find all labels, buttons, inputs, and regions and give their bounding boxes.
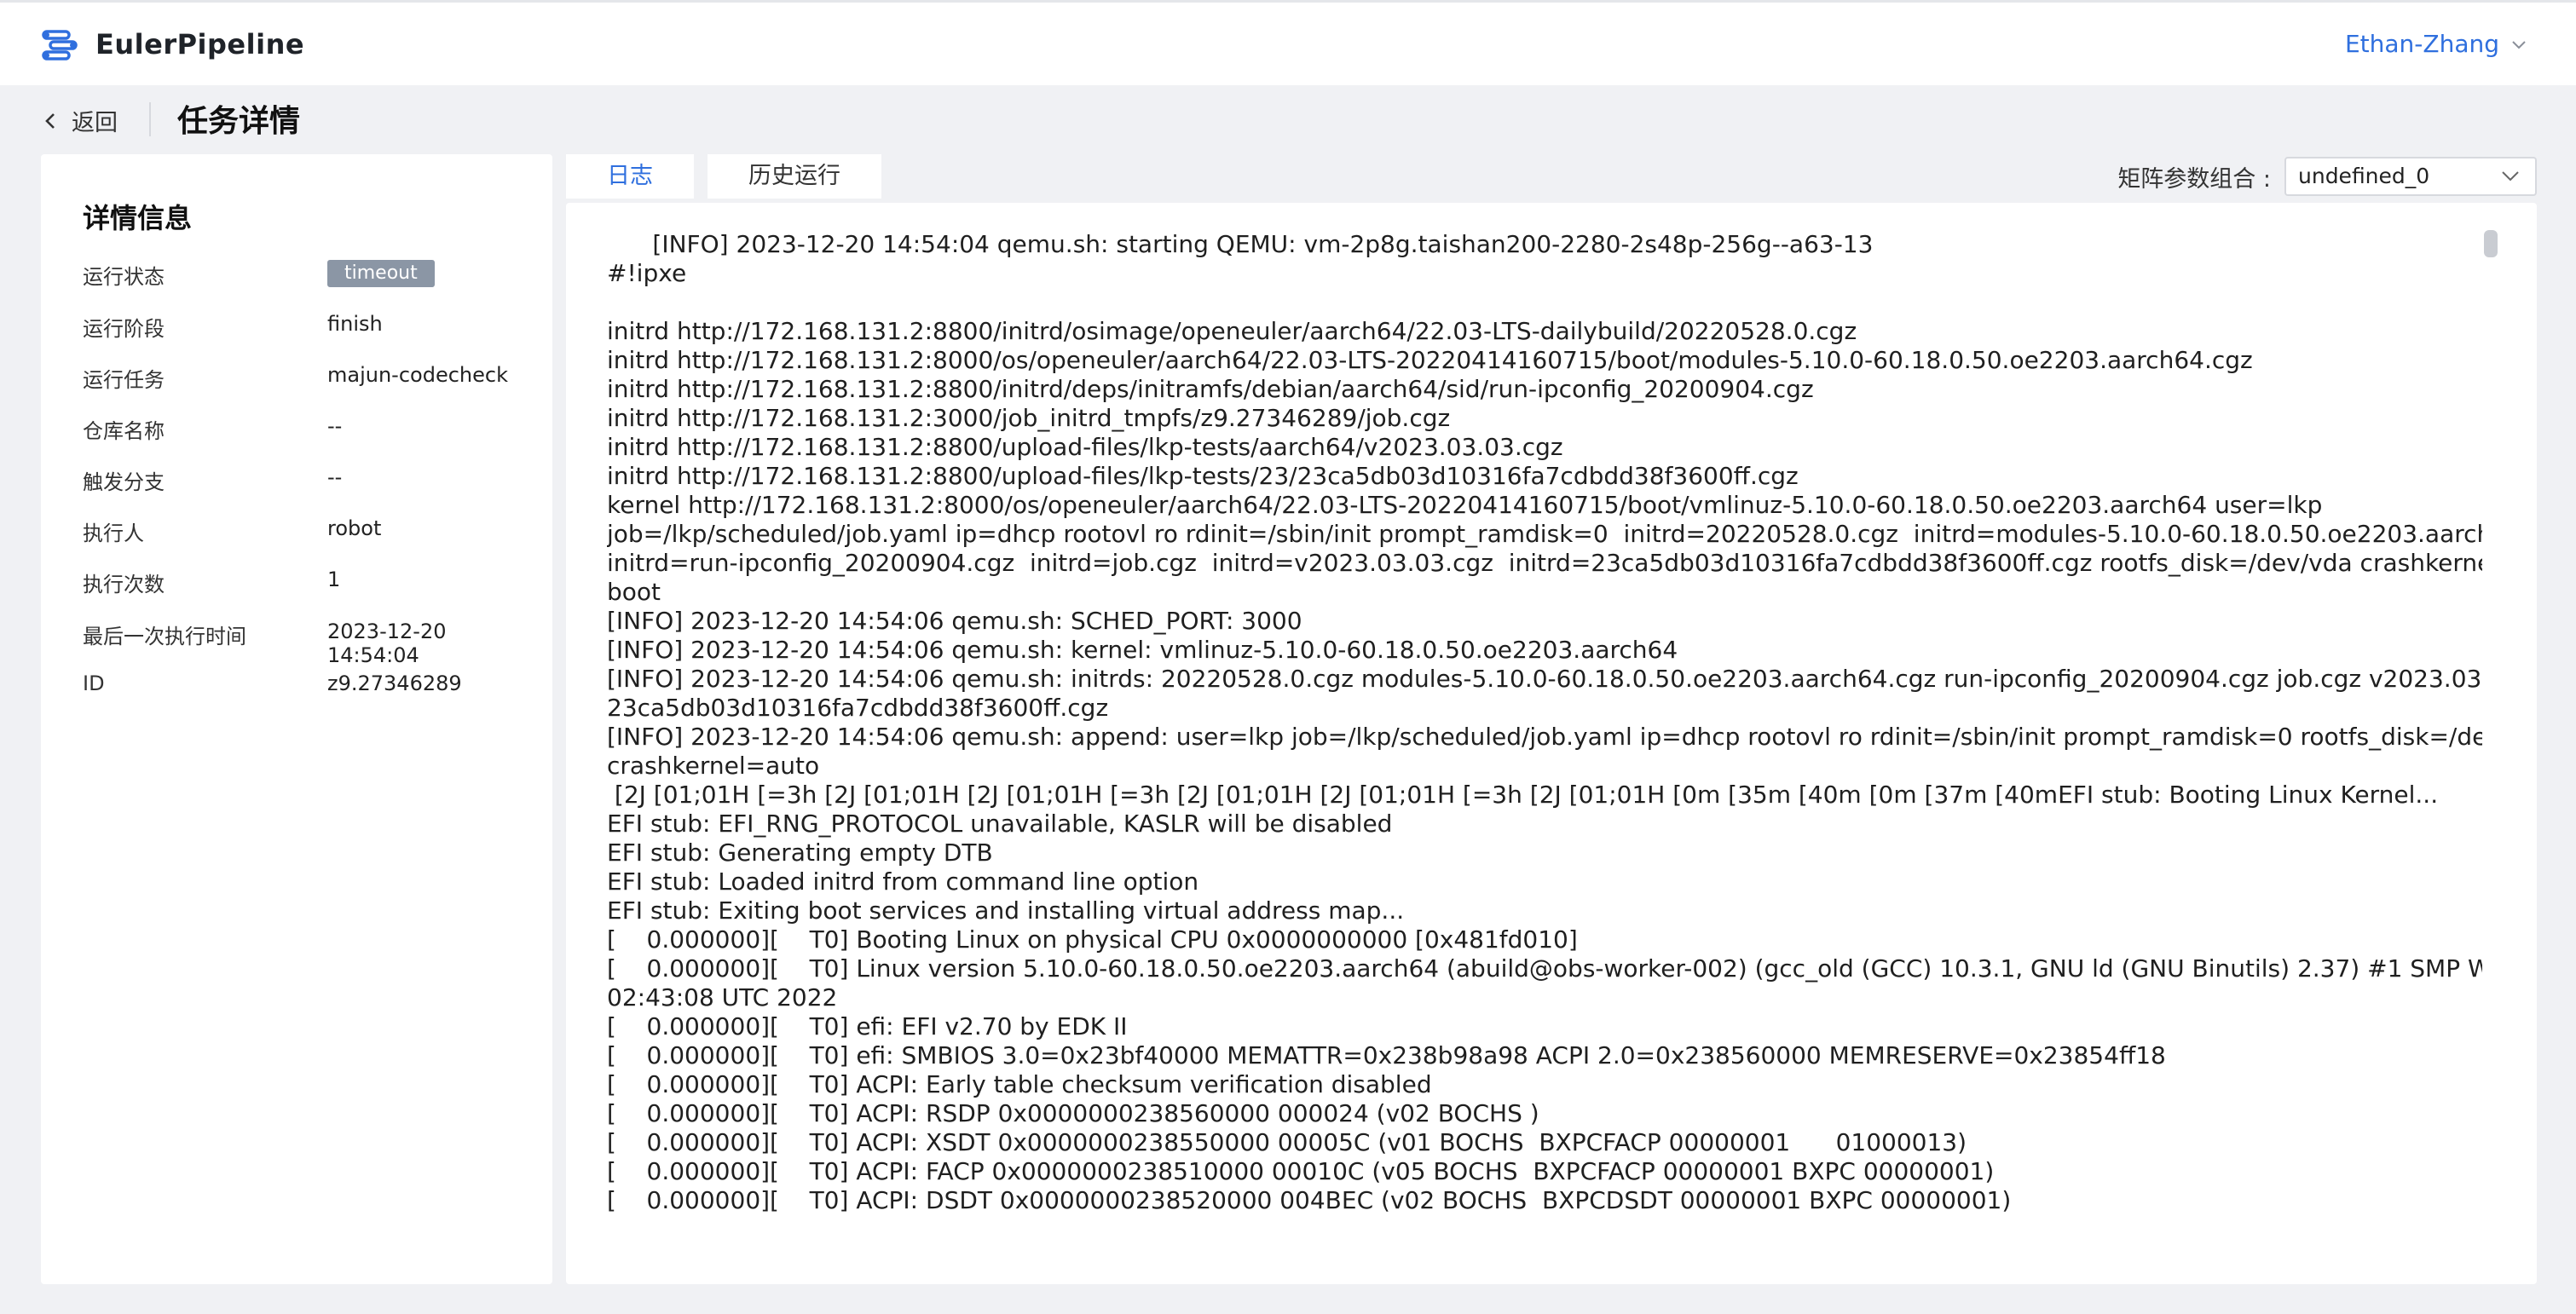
detail-value: majun-codecheck: [327, 363, 508, 387]
detail-value: --: [327, 414, 343, 438]
log-panel: [INFO] 2023-12-20 14:54:04 qemu.sh: star…: [566, 203, 2537, 1284]
detail-label: 执行人: [83, 522, 144, 545]
log-scrollbar[interactable]: [2484, 230, 2498, 257]
back-button[interactable]: 返回: [41, 104, 118, 137]
detail-row-run-count: 执行次数 1: [83, 568, 543, 602]
log-line: [ 0.000000][ T0] efi: SMBIOS 3.0=0x23bf4…: [607, 1041, 2166, 1069]
detail-value: 1: [327, 568, 341, 591]
matrix-selected-value: undefined_0: [2298, 164, 2430, 188]
chevron-down-icon: [2512, 40, 2526, 49]
matrix-label: 矩阵参数组合 :: [2117, 165, 2271, 193]
log-line: [ 0.000000][ T0] Linux version 5.10.0-60…: [607, 954, 2482, 983]
detail-label: 最后一次执行时间: [83, 625, 246, 648]
log-line: [2J [01;01H [=3h [2J [01;01H [2J [01;01H…: [607, 781, 2439, 809]
tab-log[interactable]: 日志: [566, 154, 694, 199]
log-line: EFI stub: Exiting boot services and inst…: [607, 896, 1405, 925]
detail-value: z9.27346289: [327, 671, 462, 695]
detail-row-last-run-time: 最后一次执行时间 2023-12-20 14:54:04: [83, 620, 543, 667]
user-name: Ethan-Zhang: [2344, 30, 2499, 58]
top-bar: EulerPipeline Ethan-Zhang: [0, 0, 2576, 85]
log-line: [ 0.000000][ T0] Booting Linux on physic…: [607, 925, 1578, 954]
detail-label: 触发分支: [83, 470, 165, 494]
log-line: #!ipxe: [607, 259, 687, 287]
log-line: [ 0.000000][ T0] ACPI: XSDT 0x0000000238…: [607, 1128, 1967, 1156]
log-line: crashkernel=auto: [607, 752, 820, 780]
log-line: initrd=run-ipconfig_20200904.cgz initrd=…: [607, 549, 2482, 577]
title-divider: [149, 102, 151, 136]
log-line: [ 0.000000][ T0] efi: EFI v2.70 by EDK I…: [607, 1012, 1128, 1040]
log-line: EFI stub: EFI_RNG_PROTOCOL unavailable, …: [607, 810, 1393, 838]
detail-value: timeout: [327, 260, 435, 287]
chevron-left-icon: [45, 112, 55, 129]
matrix-select[interactable]: undefined_0: [2284, 157, 2537, 196]
detail-row-status: 运行状态 timeout: [83, 260, 543, 294]
title-row: 返回 任务详情: [0, 85, 2576, 152]
log-line: [ 0.000000][ T0] ACPI: Early table check…: [607, 1070, 1432, 1098]
details-heading: 详情信息: [83, 202, 193, 234]
log-output[interactable]: [INFO] 2023-12-20 14:54:04 qemu.sh: star…: [607, 230, 2482, 1240]
log-line: [ 0.000000][ T0] ACPI: RSDP 0x0000000238…: [607, 1099, 1539, 1127]
log-line: boot: [607, 578, 661, 606]
log-line: EFI stub: Generating empty DTB: [607, 839, 993, 867]
log-line: [ 0.000000][ T0] ACPI: DSDT 0x0000000238…: [607, 1186, 2012, 1214]
detail-row-id: ID z9.27346289: [83, 671, 543, 706]
detail-value: --: [327, 465, 343, 489]
brand-name[interactable]: EulerPipeline: [95, 28, 304, 61]
tab-bar: 日志 历史运行: [566, 154, 881, 199]
detail-value: 2023-12-20 14:54:04: [327, 620, 447, 667]
log-line: initrd http://172.168.131.2:8800/upload-…: [607, 462, 1799, 490]
log-line: 02:43:08 UTC 2022: [607, 983, 838, 1011]
log-line: initrd http://172.168.131.2:8800/upload-…: [607, 433, 1563, 461]
tab-history[interactable]: 历史运行: [708, 154, 881, 199]
detail-label: 执行次数: [83, 573, 165, 596]
log-line: [INFO] 2023-12-20 14:54:06 qemu.sh: appe…: [607, 723, 2482, 751]
detail-label: 运行阶段: [83, 317, 165, 341]
log-line: [INFO] 2023-12-20 14:54:04 qemu.sh: star…: [607, 230, 1874, 258]
detail-value: finish: [327, 312, 383, 336]
detail-value: robot: [327, 516, 382, 540]
log-line: initrd http://172.168.131.2:8800/initrd/…: [607, 375, 1814, 403]
detail-row-repo: 仓库名称 --: [83, 414, 543, 448]
detail-row-branch: 触发分支 --: [83, 465, 543, 499]
log-line: initrd http://172.168.131.2:8800/initrd/…: [607, 317, 1857, 345]
details-card: 详情信息 运行状态 timeout 运行阶段 finish 运行任务 majun…: [41, 154, 552, 1284]
chevron-down-icon: [2502, 171, 2519, 182]
log-line: initrd http://172.168.131.2:3000/job_ini…: [607, 404, 1451, 432]
log-line: 23ca5db03d10316fa7cdbdd38f3600ff.cgz: [607, 694, 1109, 722]
log-line: [INFO] 2023-12-20 14:54:06 qemu.sh: init…: [607, 665, 2482, 693]
page-title: 任务详情: [177, 104, 301, 139]
log-line: [INFO] 2023-12-20 14:54:06 qemu.sh: kern…: [607, 636, 1678, 664]
log-line: [ 0.000000][ T0] ACPI: FACP 0x0000000238…: [607, 1157, 1995, 1185]
matrix-selector: 矩阵参数组合 : undefined_0: [2117, 157, 2537, 196]
detail-row-executor: 执行人 robot: [83, 516, 543, 550]
detail-row-task: 运行任务 majun-codecheck: [83, 363, 543, 397]
detail-label: 运行任务: [83, 368, 165, 392]
detail-row-stage: 运行阶段 finish: [83, 312, 543, 346]
detail-label: 运行状态: [83, 265, 165, 289]
status-badge: timeout: [327, 260, 435, 287]
log-line: job=/lkp/scheduled/job.yaml ip=dhcp root…: [607, 520, 2482, 548]
detail-label: 仓库名称: [83, 419, 165, 443]
log-line: EFI stub: Loaded initrd from command lin…: [607, 867, 1199, 896]
detail-label: ID: [83, 671, 105, 695]
back-label: 返回: [72, 110, 118, 136]
user-menu[interactable]: Ethan-Zhang: [2345, 30, 2527, 58]
log-line: kernel http://172.168.131.2:8000/os/open…: [607, 491, 2323, 519]
log-line: [INFO] 2023-12-20 14:54:06 qemu.sh: SCHE…: [607, 607, 1302, 635]
pipeline-logo-icon[interactable]: [41, 26, 78, 64]
log-line: initrd http://172.168.131.2:8000/os/open…: [607, 346, 2253, 374]
